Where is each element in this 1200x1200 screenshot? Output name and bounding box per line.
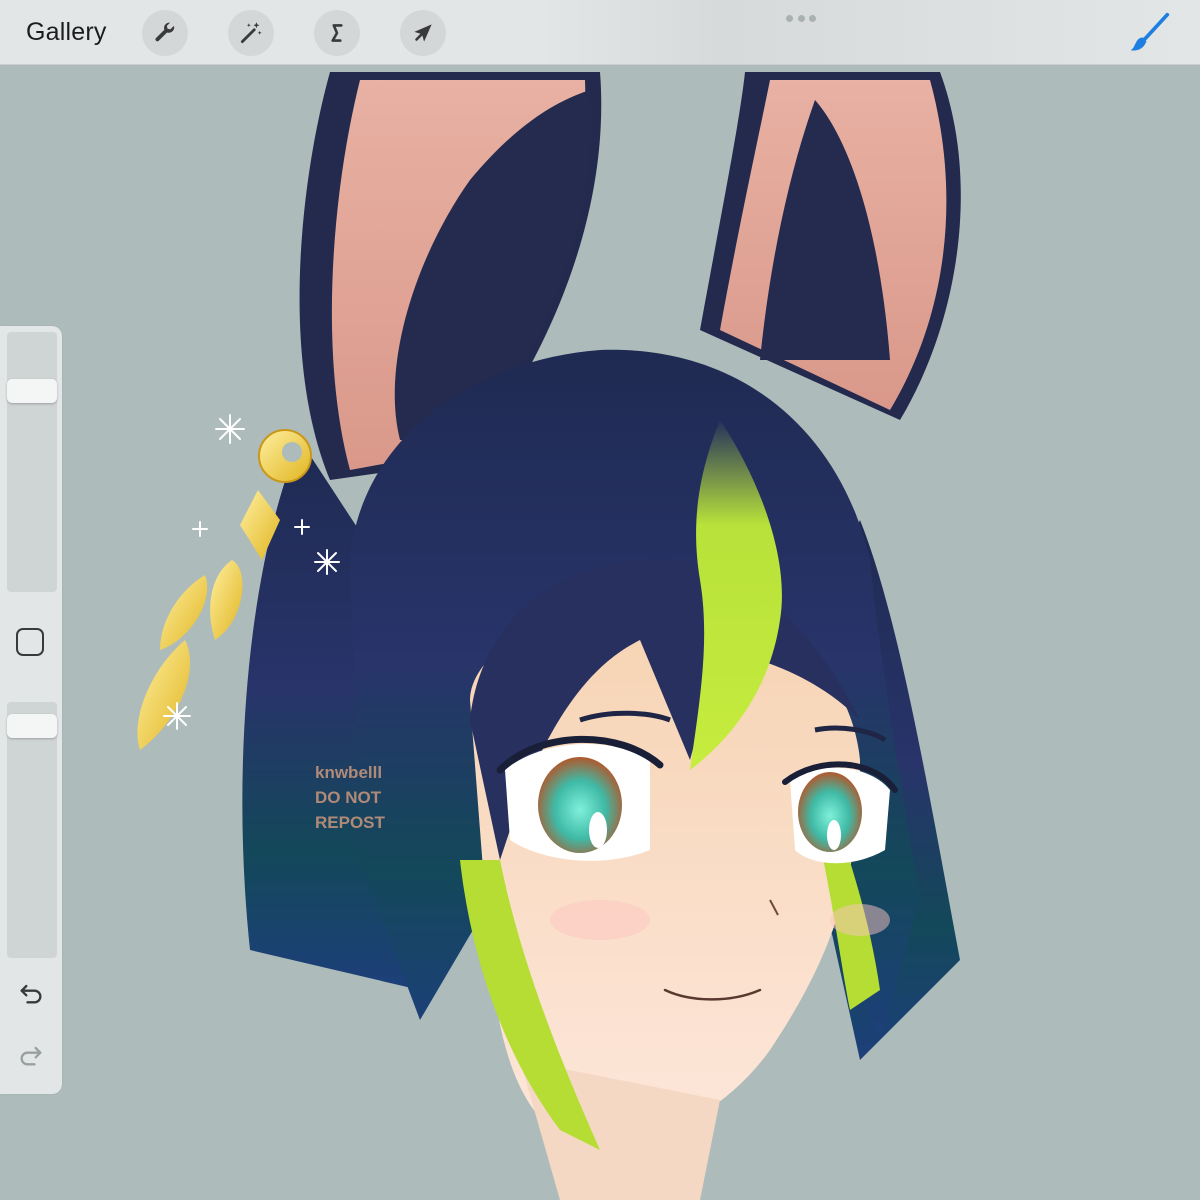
top-toolbar: Gallery xyxy=(0,0,1200,65)
adjustments-button[interactable] xyxy=(228,10,274,56)
dot xyxy=(797,15,805,22)
undo-button[interactable] xyxy=(14,976,48,1010)
watermark-line: DO NOT xyxy=(315,788,382,807)
brush-size-slider[interactable] xyxy=(7,332,57,592)
dot xyxy=(786,15,793,22)
redo-button[interactable] xyxy=(14,1038,48,1072)
arrow-cursor-icon xyxy=(414,24,432,42)
gallery-button[interactable]: Gallery xyxy=(26,16,107,48)
brush-size-thumb[interactable] xyxy=(7,379,57,404)
actions-button[interactable] xyxy=(142,10,188,56)
left-sidebar xyxy=(0,326,62,1094)
opacity-thumb[interactable] xyxy=(7,713,57,738)
magic-wand-icon xyxy=(240,22,262,44)
watermark-line: REPOST xyxy=(315,813,385,832)
undo-icon xyxy=(20,984,42,1004)
selection-button[interactable] xyxy=(314,10,360,56)
wrench-icon xyxy=(155,22,175,42)
brush-icon xyxy=(1130,12,1170,51)
brush-button[interactable] xyxy=(1124,8,1174,58)
more-dots-icon[interactable] xyxy=(786,15,816,23)
watermark-line: knwbelll xyxy=(315,763,383,782)
redo-icon xyxy=(20,1046,42,1066)
square-icon[interactable] xyxy=(16,628,44,656)
artist-watermark: knwbelll DO NOT REPOST xyxy=(315,760,385,835)
opacity-slider[interactable] xyxy=(7,702,57,958)
dot xyxy=(809,15,816,22)
selection-s-icon xyxy=(331,24,343,42)
artwork-illustration xyxy=(137,72,961,1200)
drawing-canvas[interactable] xyxy=(0,64,1200,1200)
transform-button[interactable] xyxy=(400,10,446,56)
